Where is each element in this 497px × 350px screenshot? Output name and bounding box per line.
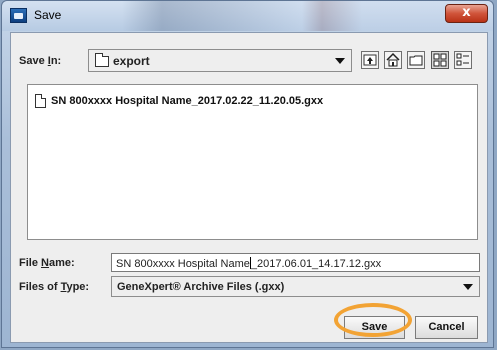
- chevron-down-icon: [463, 284, 473, 290]
- up-one-level-icon: [363, 54, 377, 66]
- details-view-icon: [456, 53, 469, 66]
- file-chooser-panel: Save In: export SN 800xxxx Hospital Name…: [10, 32, 488, 343]
- list-view-button[interactable]: [431, 51, 449, 69]
- files-of-type-label: Files of Type:: [19, 281, 90, 293]
- file-item-name: SN 800xxxx Hospital Name_2017.02.22_11.2…: [51, 95, 324, 107]
- save-button[interactable]: Save: [344, 316, 405, 339]
- window-title: Save: [34, 8, 62, 22]
- folder-icon: [95, 53, 109, 67]
- files-of-type-value: GeneXpert® Archive Files (.gxx): [117, 281, 285, 293]
- save-in-folder-name: export: [113, 54, 150, 68]
- java-app-icon: [10, 8, 27, 23]
- save-in-dropdown[interactable]: export: [88, 49, 352, 72]
- close-button[interactable]: x: [445, 4, 488, 23]
- close-icon: x: [462, 5, 471, 20]
- files-of-type-dropdown[interactable]: GeneXpert® Archive Files (.gxx): [111, 276, 480, 297]
- file-icon: [35, 94, 46, 108]
- file-name-value-end: _2017.06.01_14.17.12.gxx: [250, 258, 382, 270]
- save-in-label: Save In:: [19, 55, 62, 67]
- cancel-button[interactable]: Cancel: [415, 316, 478, 339]
- list-view-icon: [433, 53, 447, 67]
- title-bar[interactable]: Save x: [2, 1, 493, 31]
- file-name-value-start: SN 800xxxx Hospital Name: [116, 258, 250, 270]
- file-name-input[interactable]: SN 800xxxx Hospital Name_2017.06.01_14.1…: [111, 253, 480, 272]
- home-button[interactable]: [384, 51, 402, 69]
- details-view-button[interactable]: [454, 51, 472, 69]
- home-icon: [386, 52, 400, 67]
- up-one-level-button[interactable]: [361, 51, 379, 69]
- chevron-down-icon: [335, 58, 345, 64]
- file-list[interactable]: SN 800xxxx Hospital Name_2017.02.22_11.2…: [27, 84, 478, 240]
- new-folder-button[interactable]: [407, 51, 425, 69]
- new-folder-icon: [409, 55, 423, 66]
- save-dialog-window: Save x Save In: export SN 800xxxx Hospit…: [1, 0, 494, 348]
- file-name-label: File Name:: [19, 257, 75, 269]
